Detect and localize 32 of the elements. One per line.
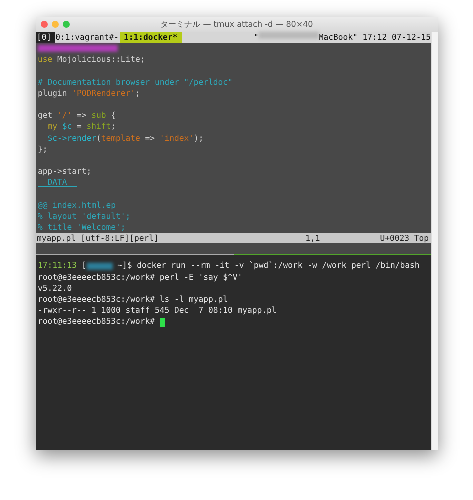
window-tab[interactable]: 0:1:vagrant#-	[54, 32, 120, 43]
shell-line: -rwxr--r-- 1 1000 staff 545 Dec 7 08:10 myapp.pl	[38, 305, 278, 316]
window-tab[interactable]: 1:1:docker*	[120, 32, 182, 43]
cursor-position: 1,1	[306, 233, 320, 244]
scrollbar[interactable]	[431, 32, 438, 450]
code-line: % title 'Welcome';	[38, 222, 126, 234]
code-line: # Documentation browser under "/perldoc"	[38, 76, 233, 88]
zoom-button[interactable]	[63, 21, 70, 28]
host-quote: "	[254, 32, 259, 43]
code-line: __DATA__	[38, 177, 77, 188]
code-line: % layout 'default';	[38, 210, 131, 222]
shell-line: v5.22.0	[38, 282, 74, 294]
session-label: [0]	[36, 32, 55, 43]
blurred-hostname	[258, 32, 319, 39]
window-title: ターミナル — tmux attach -d — 80×40	[160, 19, 314, 30]
char-info: U+0023 Top	[380, 233, 429, 244]
code-line: my $c = shift;	[48, 121, 116, 133]
shell-line: 17:11:13 [ ~]$ docker run --rm -it -v `pwd`:/work -w /work perl /bin/bash	[38, 260, 421, 272]
shell-line: root@e3eeeecb853c:/work#	[38, 316, 431, 328]
file-info: myapp.pl [utf-8:LF][perl]	[37, 233, 159, 244]
code-line: plugin 'PODRenderer';	[38, 88, 140, 99]
code-line: @@ index.html.ep	[38, 200, 116, 211]
code-line: get '/' => sub {	[38, 110, 116, 122]
code-line: use Mojolicious::Lite;	[38, 54, 146, 66]
host-clock-text: MacBook" 17:12 07-12-15	[318, 32, 431, 43]
code-line: $c->render(template => 'index');	[48, 132, 204, 144]
close-button[interactable]	[41, 21, 48, 28]
code-line: app->start;	[38, 166, 92, 178]
shell-line: root@e3eeeecb853c:/work# ls -l myapp.pl	[38, 294, 230, 306]
code-line: };	[38, 144, 48, 155]
minimize-button[interactable]	[52, 21, 59, 28]
shell-line: root@e3eeeecb853c:/work# perl -E 'say $^V'	[38, 272, 244, 283]
